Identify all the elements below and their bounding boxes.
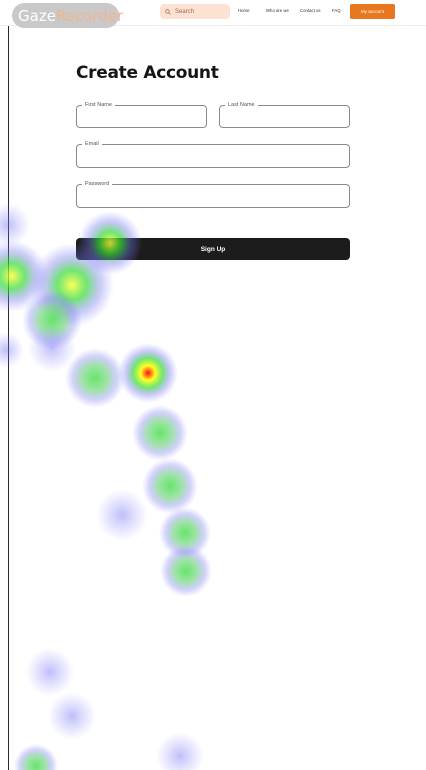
gazerecorder-logo: Gaze Recorder (12, 3, 123, 28)
first-name-field[interactable]: First Name (76, 102, 207, 128)
search-icon (165, 8, 171, 15)
heatmap-blob (118, 343, 178, 403)
page-border (8, 0, 9, 770)
nav-who-are-we[interactable]: Who are we (266, 8, 289, 13)
email-label: Email (82, 141, 102, 148)
last-name-label: Last Name (225, 102, 258, 109)
heatmap-blob (28, 324, 76, 372)
heatmap-blob (156, 732, 204, 770)
nav-faq[interactable]: FAQ (332, 8, 341, 13)
password-field[interactable]: Password (76, 181, 350, 208)
heatmap-blob (132, 405, 188, 461)
heatmap-blob (14, 744, 58, 770)
heatmap-blob (48, 692, 96, 740)
search-box[interactable]: Search (160, 4, 230, 19)
gaze-heatmap-overlay (0, 203, 212, 770)
page-title: Create Account (76, 63, 219, 83)
first-name-label: First Name (82, 102, 115, 109)
heatmap-blob (26, 648, 74, 696)
heatmap-blob (159, 507, 211, 559)
top-header: Gaze Recorder Search Home Who are we Con… (0, 0, 426, 28)
nav-home[interactable]: Home (238, 8, 249, 13)
email-field[interactable]: Email (76, 141, 350, 168)
logo-text-recorder: Recorder (55, 6, 124, 25)
password-label: Password (82, 181, 113, 188)
sign-up-button[interactable]: Sign Up (76, 238, 350, 260)
heatmap-blob (142, 458, 198, 514)
heatmap-blob (22, 290, 82, 350)
heatmap-blobs (0, 203, 212, 770)
heatmap-blob (0, 332, 24, 368)
heatmap-blob (65, 348, 125, 408)
nav-contact-us[interactable]: Contact us (300, 8, 321, 13)
logo-text-gaze: Gaze (18, 6, 56, 25)
search-placeholder: Search (175, 8, 195, 15)
my-account-button[interactable]: My account (350, 4, 395, 19)
heatmap-blob (0, 203, 30, 247)
last-name-field[interactable]: Last Name (219, 102, 350, 128)
heatmap-blob (96, 489, 148, 541)
heatmap-blob (160, 545, 212, 597)
